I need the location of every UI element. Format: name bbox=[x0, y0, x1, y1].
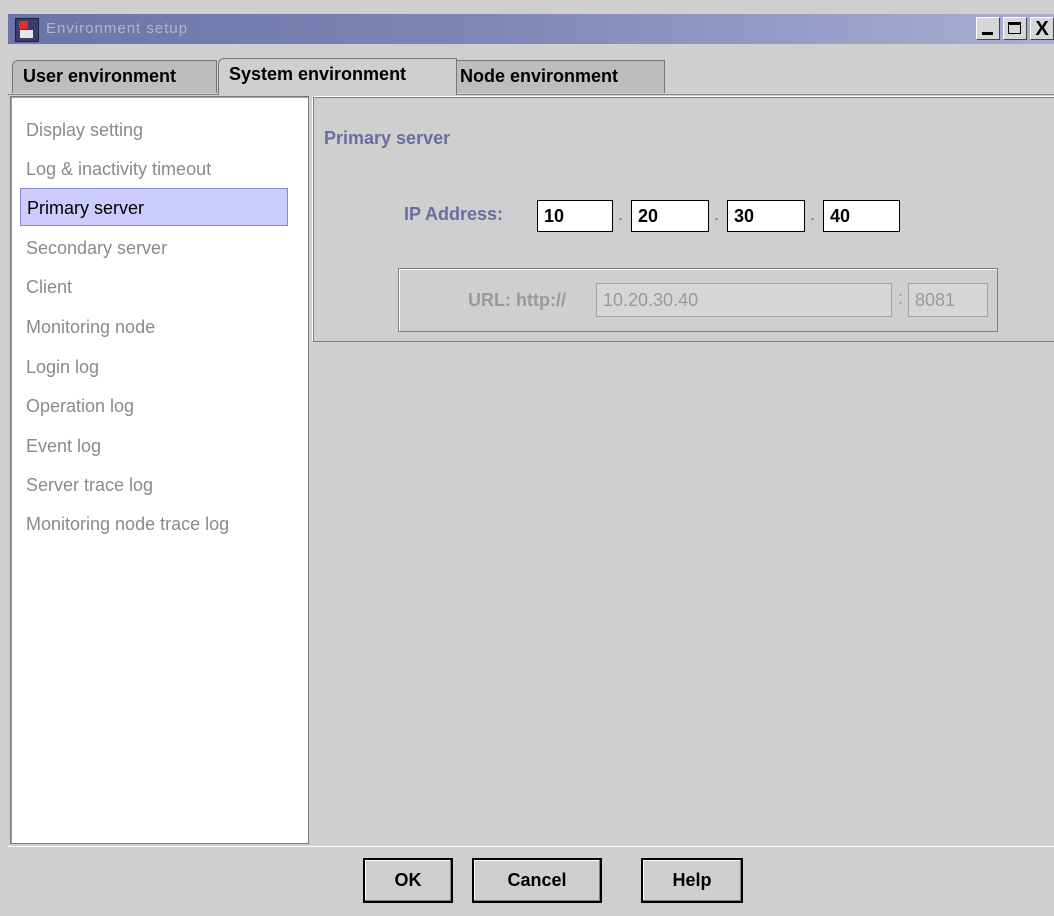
list-item-server-trace-log[interactable]: Server trace log bbox=[20, 466, 288, 504]
url-port-separator: : bbox=[898, 288, 904, 308]
url-label: URL: http:// bbox=[468, 290, 566, 310]
ok-button[interactable]: OK bbox=[363, 858, 453, 903]
list-item-monitoring-node-trace-log[interactable]: Monitoring node trace log bbox=[20, 505, 288, 543]
list-item-event-log[interactable]: Event log bbox=[20, 427, 288, 465]
help-button[interactable]: Help bbox=[641, 858, 743, 903]
cancel-button[interactable]: Cancel bbox=[472, 858, 602, 903]
list-item-login-log[interactable]: Login log bbox=[20, 348, 288, 386]
url-host-field: 10.20.30.40 bbox=[596, 283, 892, 317]
minimize-button[interactable] bbox=[976, 17, 1000, 40]
tab-node-environment[interactable]: Node environment bbox=[449, 60, 665, 93]
minimize-icon bbox=[982, 32, 993, 35]
list-item-primary-server[interactable]: Primary server bbox=[20, 188, 288, 226]
list-item-client[interactable]: Client bbox=[20, 268, 288, 306]
close-icon: X bbox=[1035, 18, 1049, 40]
settings-list: Display setting Log & inactivity timeout… bbox=[10, 96, 309, 844]
ip-dot-separator: . bbox=[714, 204, 720, 224]
ip-octet-3-input[interactable]: 30 bbox=[727, 200, 805, 232]
environment-setup-window: Environment setup X User environment Sys… bbox=[0, 0, 1054, 915]
list-item-monitoring-node[interactable]: Monitoring node bbox=[20, 308, 288, 346]
tab-user-environment[interactable]: User environment bbox=[12, 60, 217, 93]
maximize-icon bbox=[1008, 22, 1021, 34]
ip-dot-separator: . bbox=[810, 204, 816, 224]
tab-system-environment[interactable]: System environment bbox=[218, 58, 457, 95]
list-item-log-inactivity-timeout[interactable]: Log & inactivity timeout bbox=[20, 150, 288, 188]
ip-octet-1-input[interactable]: 10 bbox=[537, 200, 613, 232]
section-title: Primary server bbox=[324, 128, 451, 148]
ip-address-label: IP Address: bbox=[404, 204, 504, 224]
ip-octet-2-input[interactable]: 20 bbox=[631, 200, 709, 232]
list-item-operation-log[interactable]: Operation log bbox=[20, 387, 288, 425]
app-icon bbox=[15, 18, 39, 42]
window-controls: X bbox=[973, 17, 1054, 41]
close-button[interactable]: X bbox=[1030, 17, 1054, 40]
window-title: Environment setup bbox=[46, 20, 189, 37]
maximize-button[interactable] bbox=[1003, 17, 1027, 40]
list-item-display-setting[interactable]: Display setting bbox=[20, 111, 288, 149]
ip-octet-4-input[interactable]: 40 bbox=[823, 200, 900, 232]
ip-dot-separator: . bbox=[618, 204, 624, 224]
list-item-secondary-server[interactable]: Secondary server bbox=[20, 229, 288, 267]
title-bar[interactable]: Environment setup X bbox=[8, 14, 1054, 44]
url-port-field: 8081 bbox=[908, 283, 988, 317]
